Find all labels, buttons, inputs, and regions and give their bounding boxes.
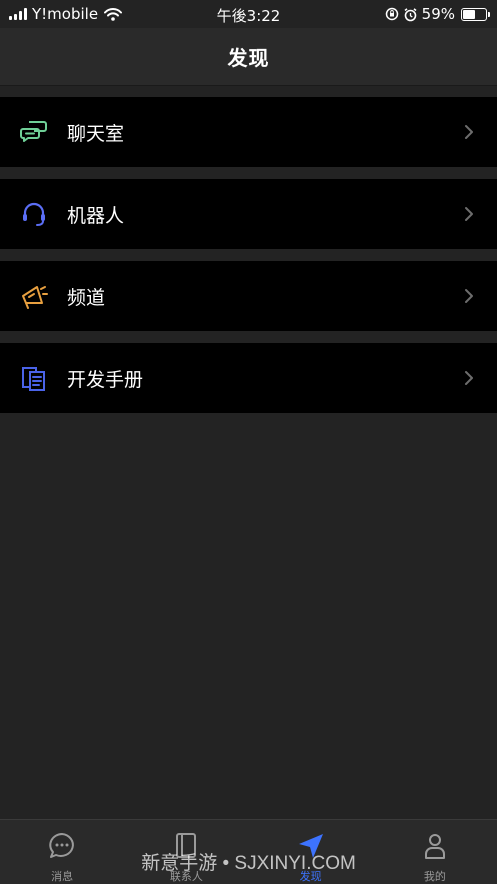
tab-contacts[interactable]: 联系人 <box>124 820 248 884</box>
headset-icon <box>23 202 45 226</box>
discover-menu: 聊天室 机器人 频道 开发手册 <box>0 97 497 425</box>
menu-item-label: 机器人 <box>67 204 125 227</box>
alarm-icon <box>404 7 417 21</box>
tab-label: 我的 <box>423 870 446 883</box>
documents-icon <box>22 367 45 391</box>
tab-label: 发现 <box>299 870 322 883</box>
chevron-right-icon <box>465 125 473 139</box>
chevron-right-icon <box>465 289 473 303</box>
tab-discover[interactable]: 发现 <box>249 820 373 884</box>
menu-item-label: 开发手册 <box>67 368 144 391</box>
menu-item-robot[interactable]: 机器人 <box>0 179 497 249</box>
status-bar: Y!mobile 午後3:22 59% <box>0 0 497 28</box>
menu-item-label: 聊天室 <box>67 122 125 145</box>
tab-label: 联系人 <box>169 870 203 883</box>
menu-item-label: 频道 <box>67 286 106 309</box>
battery-icon <box>461 7 490 21</box>
battery-percent: 59% <box>421 5 455 23</box>
bottom-tab-bar: 消息 联系人 发现 我的 <box>0 819 497 884</box>
menu-item-channel[interactable]: 频道 <box>0 261 497 331</box>
page-title: 发现 <box>227 46 270 70</box>
menu-item-chatroom[interactable]: 聊天室 <box>0 97 497 167</box>
menu-item-dev-manual[interactable]: 开发手册 <box>0 343 497 413</box>
tab-label: 消息 <box>51 870 74 883</box>
navigation-arrow-icon <box>298 834 323 858</box>
orientation-lock-icon <box>385 7 398 21</box>
tab-messages[interactable]: 消息 <box>0 820 124 884</box>
navigation-bar: 发现 <box>0 28 497 86</box>
status-right: 59% <box>385 5 490 23</box>
chevron-right-icon <box>465 207 473 221</box>
tab-me[interactable]: 我的 <box>373 820 497 884</box>
megaphone-icon <box>22 286 48 309</box>
chat-bubbles-icon <box>20 121 47 142</box>
message-icon <box>49 833 74 858</box>
battery-level <box>463 9 475 19</box>
contacts-book-icon <box>176 833 197 858</box>
person-icon <box>424 834 445 859</box>
chevron-right-icon <box>465 371 473 385</box>
